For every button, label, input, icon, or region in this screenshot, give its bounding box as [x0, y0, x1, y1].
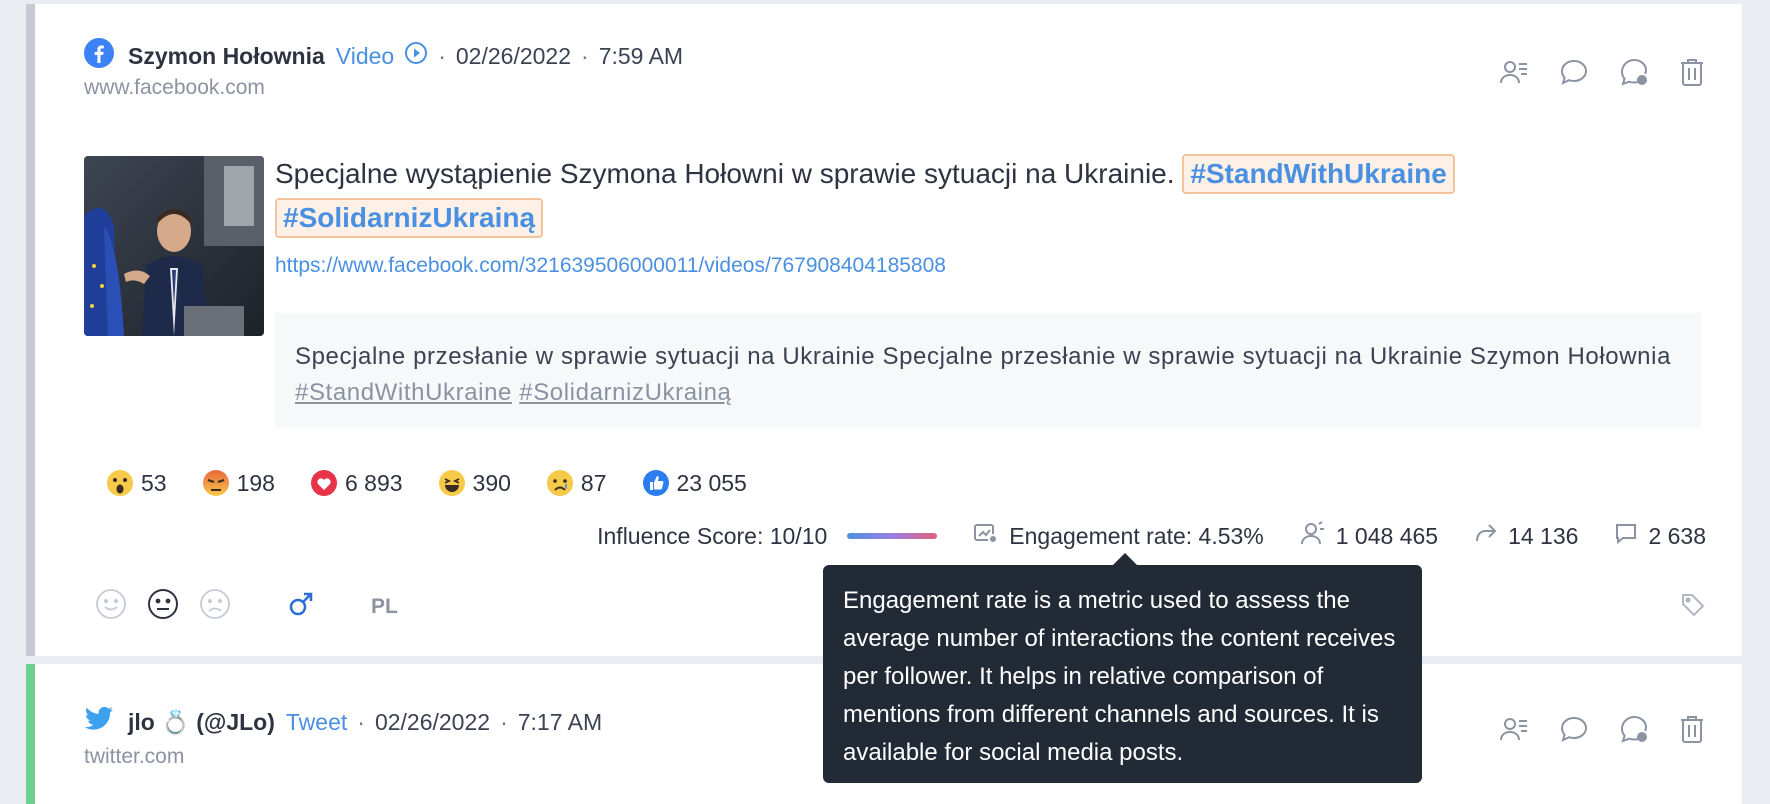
card-actions	[1498, 713, 1706, 745]
reach-metric[interactable]: 1 048 465	[1300, 520, 1438, 552]
reaction-angry: 198	[201, 468, 275, 498]
reaction-count: 53	[141, 469, 167, 496]
engagement-icon	[973, 521, 1009, 551]
reaction-wow: 53	[105, 468, 167, 498]
post-date: 02/26/2022	[455, 42, 572, 69]
engagement-rate[interactable]: Engagement rate: 4.53%	[973, 521, 1264, 551]
shares-metric[interactable]: 14 136	[1474, 522, 1578, 550]
reaction-count: 390	[472, 469, 511, 496]
engagement-rate-tooltip: Engagement rate is a metric used to asse…	[823, 553, 1422, 783]
hashtag-standwithukraine[interactable]: #StandWithUkraine	[1182, 154, 1455, 194]
language-label[interactable]: PL	[371, 595, 398, 619]
gender-male-icon[interactable]	[287, 590, 315, 623]
reactions-row: 53 198 6 893 390 87 23 055	[105, 468, 781, 498]
shares-value: 14 136	[1508, 522, 1579, 549]
content-type-label[interactable]: Video	[336, 43, 394, 70]
positive-sentiment-icon[interactable]	[95, 588, 127, 625]
neutral-sentiment-icon[interactable]	[147, 588, 179, 625]
post-title-text: Specjalne wystąpienie Szymona Hołowni w …	[275, 158, 1175, 189]
reaction-haha: 390	[437, 468, 511, 498]
negative-sentiment-icon[interactable]	[199, 588, 231, 625]
influence-score-bar	[847, 533, 938, 539]
influence-score-label: Influence Score: 10/10	[597, 522, 828, 549]
post-snippet: Specjalne przesłanie w sprawie sytuacji …	[275, 313, 1701, 428]
mention-header: jlo 💍 (@JLo) Tweet · 02/26/2022 · 7:17 A…	[84, 706, 602, 738]
reaction-count: 198	[236, 469, 275, 496]
twitter-icon	[84, 706, 114, 738]
post-thumbnail[interactable]	[84, 156, 264, 336]
reach-value: 1 048 465	[1335, 522, 1439, 549]
wow-reaction-icon	[105, 468, 135, 498]
tag-icon[interactable]	[1680, 592, 1706, 623]
post-url-link[interactable]: https://www.facebook.com/321639506000011…	[275, 254, 946, 278]
source-domain[interactable]: twitter.com	[84, 745, 184, 769]
reaction-count: 6 893	[344, 469, 403, 496]
card-actions	[1498, 56, 1706, 88]
comment-icon[interactable]	[1558, 56, 1590, 88]
content-type-label[interactable]: Tweet	[286, 709, 347, 736]
card-footer: PL	[95, 588, 398, 625]
separator-dot: ·	[581, 42, 589, 69]
trash-icon[interactable]	[1678, 713, 1706, 745]
comments-value: 2 638	[1648, 522, 1706, 549]
trash-icon[interactable]	[1678, 56, 1706, 88]
post-title: Specjalne wystąpienie Szymona Hołowni w …	[275, 152, 1715, 240]
comment-count-icon	[1614, 522, 1648, 550]
metrics-row: Influence Score: 10/10 Engagement rate: …	[597, 520, 1706, 552]
tooltip-arrow	[1113, 553, 1137, 565]
snippet-hashtag[interactable]: #StandWithUkraine	[295, 379, 512, 406]
snippet-hashtag[interactable]: #SolidarnizUkrainą	[519, 379, 731, 406]
haha-reaction-icon	[437, 468, 467, 498]
engagement-rate-label: Engagement rate: 4.53%	[1009, 522, 1264, 549]
assign-user-icon[interactable]	[1498, 56, 1530, 88]
author-name[interactable]: Szymon Hołownia	[128, 43, 325, 70]
share-icon	[1474, 522, 1508, 550]
source-domain[interactable]: www.facebook.com	[84, 76, 265, 100]
separator-dot: ·	[500, 708, 508, 735]
comment-icon[interactable]	[1558, 713, 1590, 745]
author-name[interactable]: jlo 💍 (@JLo)	[128, 709, 275, 736]
influence-score[interactable]: Influence Score: 10/10	[597, 522, 938, 550]
reaction-count: 23 055	[676, 469, 747, 496]
reaction-sad: 87	[545, 468, 607, 498]
post-time: 7:17 AM	[517, 708, 603, 735]
post-time: 7:59 AM	[598, 42, 684, 69]
comments-metric[interactable]: 2 638	[1614, 522, 1706, 550]
mention-card-facebook: Szymon Hołownia Video · 02/26/2022 · 7:5…	[26, 4, 1742, 656]
sad-reaction-icon	[545, 468, 575, 498]
mention-header: Szymon Hołownia Video · 02/26/2022 · 7:5…	[84, 38, 683, 74]
snippet-text: Specjalne przesłanie w sprawie sytuacji …	[295, 343, 1672, 370]
facebook-icon	[84, 38, 114, 74]
angry-reaction-icon	[201, 468, 231, 498]
tooltip-text: Engagement rate is a metric used to asse…	[843, 587, 1396, 766]
reply-icon[interactable]	[1618, 56, 1650, 88]
reaction-love: 6 893	[309, 468, 403, 498]
separator-dot: ·	[438, 42, 446, 69]
like-reaction-icon	[641, 468, 671, 498]
reaction-count: 87	[580, 469, 607, 496]
separator-dot: ·	[357, 708, 365, 735]
hashtag-solidarnizukraina[interactable]: #SolidarnizUkrainą	[275, 198, 544, 238]
reach-icon	[1300, 520, 1336, 552]
love-reaction-icon	[309, 468, 339, 498]
post-date: 02/26/2022	[374, 708, 491, 735]
assign-user-icon[interactable]	[1498, 713, 1530, 745]
play-circle-icon[interactable]	[404, 41, 428, 71]
reply-icon[interactable]	[1618, 713, 1650, 745]
reaction-like: 23 055	[641, 468, 747, 498]
